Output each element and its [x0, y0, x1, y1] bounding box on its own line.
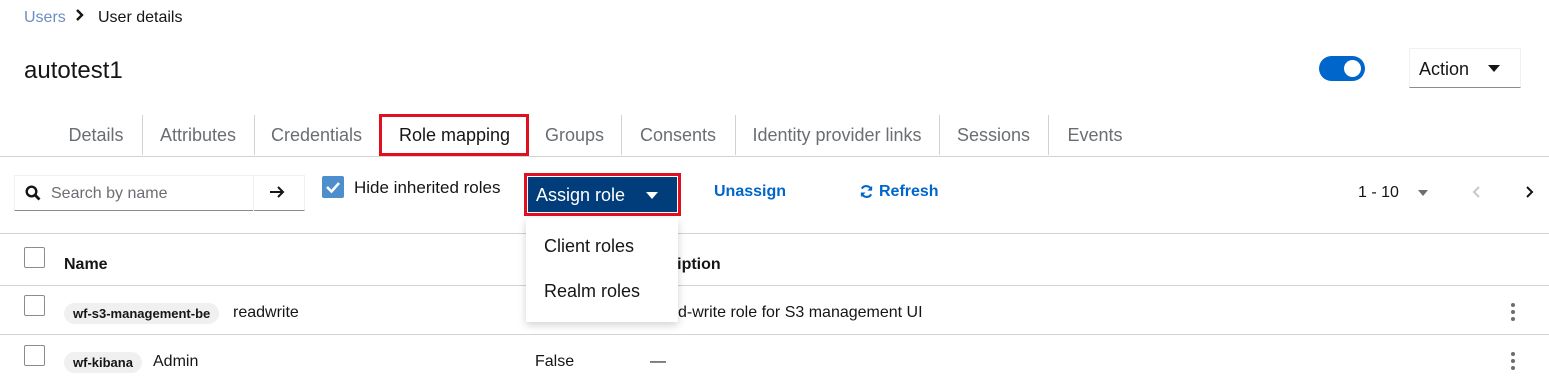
breadcrumb-current: User details: [98, 9, 183, 26]
tab-bar: Details Attributes Credentials Role mapp…: [0, 113, 1549, 157]
role-name: Admin: [153, 353, 199, 370]
header-divider: [0, 285, 1549, 286]
tab-credentials[interactable]: Credentials: [255, 113, 378, 155]
caret-down-icon: [1488, 65, 1500, 72]
row-checkbox[interactable]: [24, 295, 45, 316]
menu-item-client-roles[interactable]: Client roles: [544, 236, 634, 257]
pagination-range[interactable]: 1 - 10: [1358, 184, 1399, 202]
client-badge: wf-kibana: [64, 352, 142, 373]
tab-identity-provider-links[interactable]: Identity provider links: [736, 113, 938, 155]
assign-role-highlight: [524, 173, 681, 216]
hide-inherited-label: Hide inherited roles: [354, 178, 501, 197]
role-mapping-highlight: [379, 114, 529, 156]
client-badge: wf-s3-management-be: [64, 303, 220, 324]
action-label: Action: [1419, 59, 1470, 79]
row-divider: [0, 334, 1549, 335]
toggle-knob: [1344, 60, 1361, 77]
row-checkbox[interactable]: [24, 345, 45, 366]
role-description: d-write role for S3 management UI: [678, 304, 923, 321]
pagination-caret-icon[interactable]: [1418, 190, 1428, 196]
kebab-menu-icon[interactable]: [1511, 303, 1515, 324]
tab-attributes[interactable]: Attributes: [143, 113, 253, 155]
chevron-left-icon[interactable]: [1471, 183, 1481, 204]
role-name: readwrite: [233, 304, 299, 321]
hide-inherited-checkbox[interactable]: [322, 176, 344, 198]
breadcrumb-users-link[interactable]: Users: [24, 9, 66, 27]
search-icon: [25, 185, 41, 206]
refresh-icon[interactable]: [859, 184, 874, 204]
kebab-menu-icon[interactable]: [1511, 352, 1515, 373]
refresh-button[interactable]: Refresh: [879, 183, 939, 201]
tab-consents[interactable]: Consents: [622, 113, 734, 155]
unassign-button[interactable]: Unassign: [714, 183, 786, 201]
chevron-right-icon[interactable]: [1525, 183, 1535, 204]
checkmark-icon: [326, 182, 340, 194]
search-divider: [253, 176, 254, 211]
tab-sessions[interactable]: Sessions: [940, 113, 1047, 155]
action-dropdown[interactable]: Action: [1409, 48, 1521, 88]
search-box: [14, 175, 305, 211]
menu-item-realm-roles[interactable]: Realm roles: [544, 281, 640, 302]
arrow-right-icon[interactable]: [269, 183, 285, 206]
column-header-name[interactable]: Name: [64, 256, 108, 274]
inherited-value: False: [535, 353, 575, 370]
chevron-right-icon: [75, 8, 85, 26]
table-top-border: [0, 233, 1549, 234]
role-description: —: [650, 353, 666, 370]
user-enabled-toggle[interactable]: [1319, 56, 1365, 81]
tab-details[interactable]: Details: [52, 113, 140, 155]
assign-role-menu: Client roles Realm roles: [526, 218, 678, 322]
tab-groups[interactable]: Groups: [530, 113, 619, 155]
tab-events[interactable]: Events: [1049, 113, 1141, 155]
page-title: autotest1: [24, 57, 123, 84]
search-input[interactable]: [49, 182, 253, 206]
select-all-checkbox[interactable]: [24, 247, 45, 268]
